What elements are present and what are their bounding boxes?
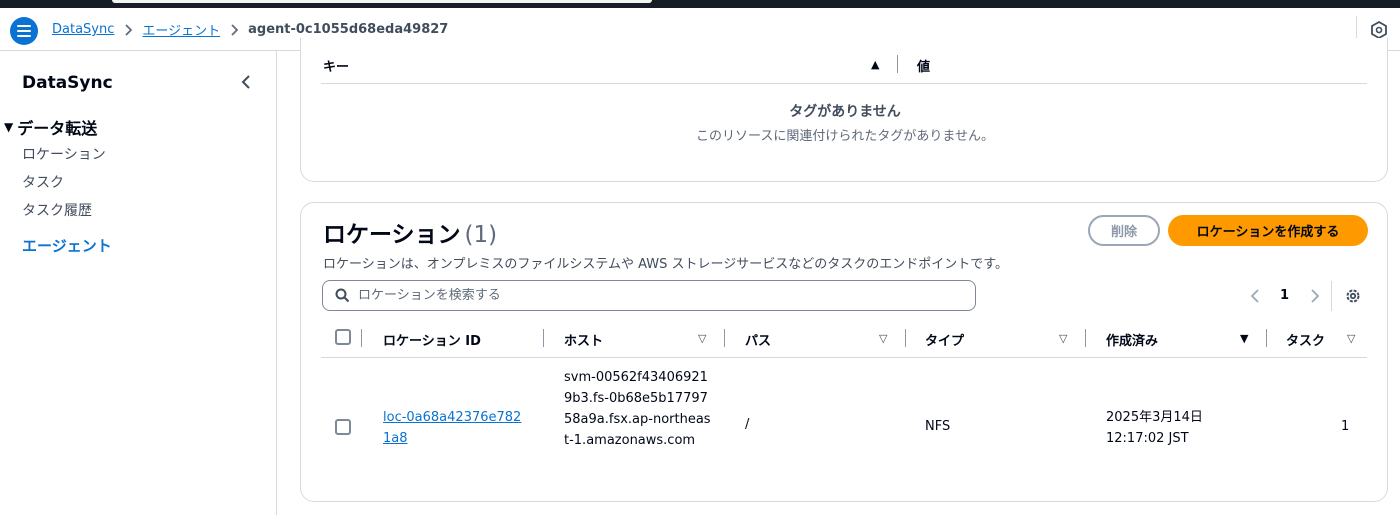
side-navigation: DataSync ▼ データ転送 ロケーション タスク タスク履歴 エージェント	[0, 51, 277, 515]
menu-button[interactable]	[10, 17, 38, 45]
tasks-cell: 1	[1341, 419, 1350, 434]
column-header-host[interactable]: ホスト	[564, 330, 603, 349]
sidebar-section-data-transfer[interactable]: ▼ データ転送	[4, 115, 97, 139]
sort-icon[interactable]: ▽	[1347, 332, 1355, 345]
browser-top-strip	[0, 0, 1400, 8]
pagination-divider	[1331, 281, 1332, 311]
locations-heading: ロケーション (1)	[323, 215, 497, 249]
chevron-right-icon	[124, 23, 133, 36]
column-divider[interactable]	[1266, 329, 1267, 347]
sort-descending-icon[interactable]: ▼	[1240, 332, 1248, 345]
column-header-path[interactable]: パス	[745, 330, 771, 349]
breadcrumb-agents[interactable]: エージェント	[142, 20, 220, 39]
created-cell: 2025年3月14日 12:17:02 JST	[1106, 407, 1203, 449]
chevron-left-icon[interactable]	[238, 73, 254, 91]
breadcrumb: DataSync エージェント agent-0c1055d68eda49827	[52, 20, 448, 39]
sidebar-item-tasks[interactable]: タスク	[22, 172, 64, 192]
locations-count: (1)	[464, 222, 498, 248]
column-divider[interactable]	[905, 329, 906, 347]
next-page-icon[interactable]	[1309, 287, 1321, 305]
path-cell: /	[745, 417, 750, 432]
column-divider[interactable]	[724, 329, 725, 347]
current-page-number[interactable]: 1	[1280, 288, 1289, 303]
caret-down-icon: ▼	[4, 120, 14, 134]
select-all-checkbox[interactable]	[335, 329, 351, 345]
column-divider[interactable]	[543, 329, 544, 347]
location-id-link[interactable]: loc-0a68a42376e7821a8	[383, 407, 525, 449]
column-divider[interactable]	[897, 55, 898, 73]
column-header-value[interactable]: 値	[917, 56, 930, 75]
created-date: 2025年3月14日	[1106, 410, 1203, 425]
search-input[interactable]	[358, 288, 958, 303]
sidebar-item-agents[interactable]: エージェント	[22, 235, 112, 256]
location-id-cell: loc-0a68a42376e7821a8	[383, 407, 533, 449]
column-header-type[interactable]: タイプ	[925, 330, 964, 349]
column-divider[interactable]	[361, 329, 362, 347]
notifications-icon[interactable]	[1369, 20, 1389, 40]
type-cell: NFS	[925, 419, 951, 434]
chevron-right-icon	[230, 23, 239, 36]
table-header-rule	[321, 357, 1367, 358]
sort-ascending-icon[interactable]: ▲	[871, 58, 879, 71]
breadcrumb-current-agent: agent-0c1055d68eda49827	[248, 22, 449, 37]
location-search	[322, 280, 976, 311]
column-header-key[interactable]: キー	[323, 56, 349, 75]
host-cell: svm-00562f434069219b3.fs-0b68e5b1779758a…	[564, 370, 711, 448]
browser-tab-edge	[112, 0, 652, 3]
locations-description: ロケーションは、オンプレミスのファイルシステムや AWS ストレージサービスなど…	[323, 257, 1008, 272]
column-header-tasks[interactable]: タスク	[1286, 330, 1325, 349]
empty-state-text: このリソースに関連付けられたタグがありません。	[696, 129, 994, 144]
column-divider[interactable]	[1085, 329, 1086, 347]
empty-state-title: タグがありません	[789, 104, 901, 120]
sidebar-item-task-history[interactable]: タスク履歴	[22, 200, 92, 220]
tags-panel: キー ▲ 値 タグがありません このリソースに関連付けられたタグがありません。	[300, 38, 1388, 182]
locations-title: ロケーション	[323, 222, 461, 248]
settings-gear-icon[interactable]	[1344, 287, 1362, 305]
sort-icon[interactable]: ▽	[698, 332, 706, 345]
sort-icon[interactable]: ▽	[1059, 332, 1067, 345]
search-icon	[335, 288, 350, 303]
create-location-button[interactable]: ロケーションを作成する	[1168, 215, 1368, 246]
locations-panel: ロケーション (1) ロケーションは、オンプレミスのファイルシステムや AWS ス…	[300, 202, 1388, 502]
sidebar-section-label: データ転送	[17, 119, 98, 138]
breadcrumb-datasync[interactable]: DataSync	[52, 22, 114, 37]
menu-icon	[17, 25, 31, 37]
table-header-rule	[321, 83, 1367, 84]
column-header-location-id[interactable]: ロケーション ID	[383, 330, 481, 349]
previous-page-icon[interactable]	[1249, 287, 1261, 305]
row-checkbox[interactable]	[335, 419, 351, 435]
sort-icon[interactable]: ▽	[879, 332, 887, 345]
delete-button[interactable]: 削除	[1088, 215, 1160, 246]
column-header-created[interactable]: 作成済み	[1106, 330, 1158, 349]
sidebar-title[interactable]: DataSync	[22, 73, 113, 93]
sidebar-item-locations[interactable]: ロケーション	[22, 144, 106, 164]
created-time: 12:17:02 JST	[1106, 431, 1189, 446]
